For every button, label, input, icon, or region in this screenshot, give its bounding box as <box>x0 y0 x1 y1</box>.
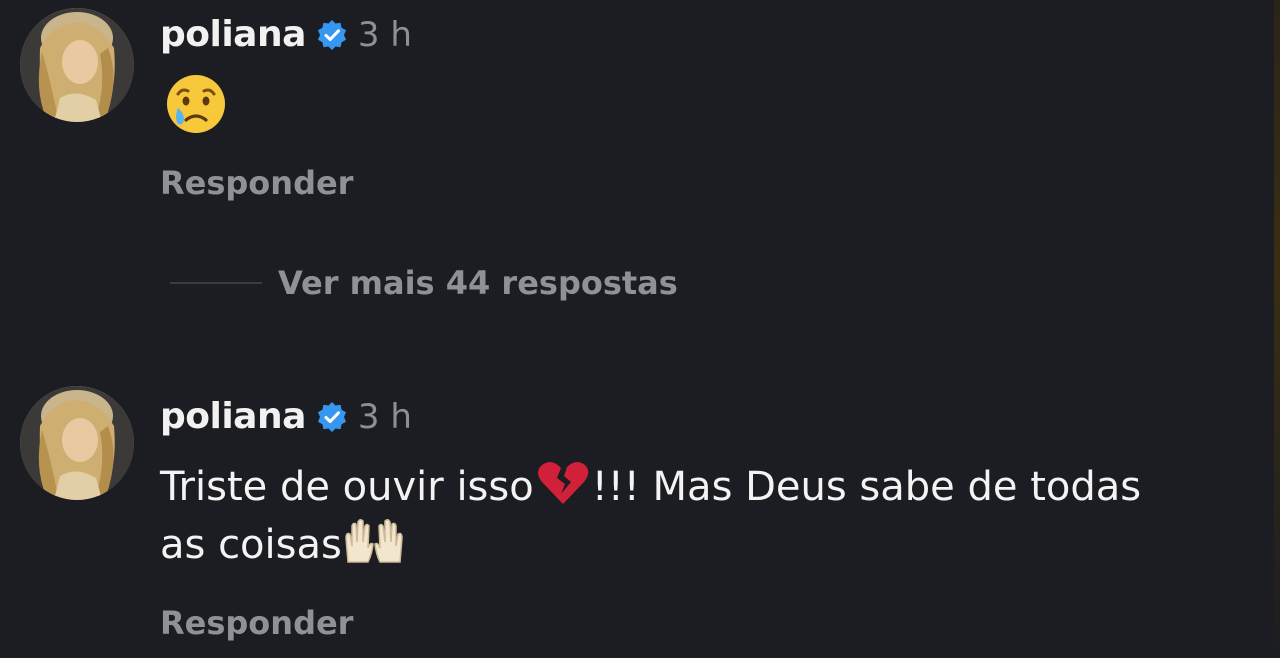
comment-text-line: Triste de ouvir isso !!! Mas Deus sabe de… <box>160 458 1280 516</box>
comment-header: poliana 3 h <box>160 14 412 55</box>
crying-face-emoji <box>164 72 228 136</box>
username[interactable]: poliana <box>160 396 306 437</box>
comment-text-part: Triste de ouvir isso <box>160 464 534 510</box>
verified-badge-icon <box>316 19 348 51</box>
view-more-replies-label: Ver mais 44 respostas <box>278 264 678 302</box>
reply-button[interactable]: Responder <box>160 164 353 202</box>
comment-text-line: as coisas <box>160 516 1280 574</box>
view-more-replies-button[interactable]: Ver mais 44 respostas <box>170 264 678 302</box>
avatar[interactable] <box>20 386 134 500</box>
comment-text-part: !!! Mas Deus sabe de todas <box>591 464 1142 510</box>
avatar[interactable] <box>20 8 134 122</box>
comment-item: poliana 3 h Responder <box>0 0 1280 240</box>
raising-hands-emoji <box>342 518 403 564</box>
broken-heart-emoji <box>534 460 592 506</box>
reply-button[interactable]: Responder <box>160 604 353 642</box>
verified-badge-icon <box>316 401 348 433</box>
username[interactable]: poliana <box>160 14 306 55</box>
timestamp: 3 h <box>357 14 412 55</box>
divider-line <box>170 282 262 284</box>
comment-text-part: as coisas <box>160 522 342 568</box>
comment-header: poliana 3 h <box>160 396 412 437</box>
timestamp: 3 h <box>357 396 412 437</box>
comment-text: Triste de ouvir isso !!! Mas Deus sabe de… <box>160 458 1280 574</box>
comment-item: poliana 3 h Triste de ouvir isso !!! Mas … <box>0 380 1280 658</box>
